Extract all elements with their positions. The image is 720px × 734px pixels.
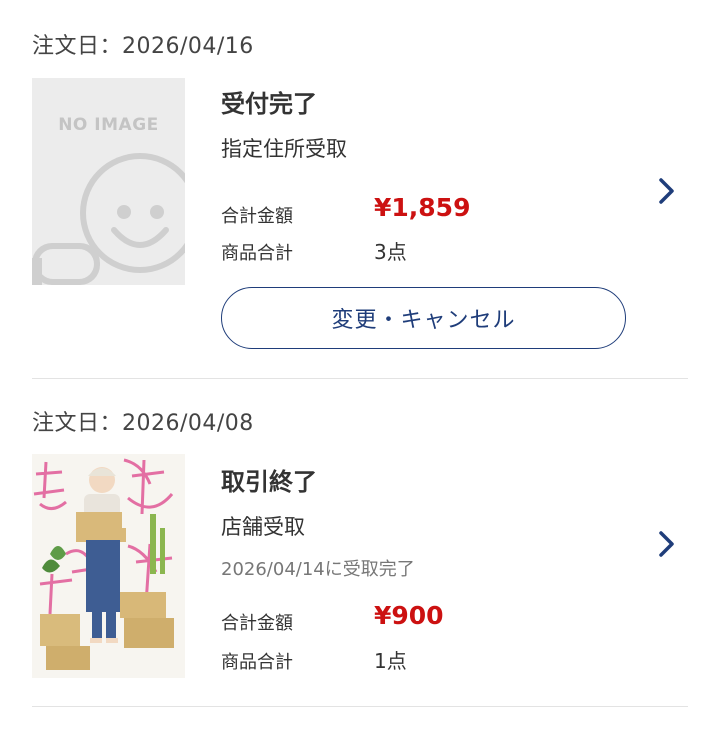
total-price: ¥1,859 — [374, 193, 471, 222]
total-price: ¥900 — [374, 601, 444, 630]
book-cover-image — [32, 454, 185, 678]
total-label: 合計金額 — [221, 613, 293, 634]
order-status: 取引終了 — [221, 468, 317, 496]
delivery-method: 指定住所受取 — [221, 137, 347, 161]
order-divider — [32, 378, 688, 379]
item-count: 3点 — [374, 240, 407, 264]
chevron-right-icon[interactable] — [655, 529, 679, 559]
product-thumbnail-book-cover[interactable] — [32, 454, 185, 678]
item-count: 1点 — [374, 649, 407, 673]
count-label: 商品合計 — [221, 243, 293, 264]
order-status: 受付完了 — [221, 90, 317, 118]
order-card[interactable]: 注文日：2026/04/16 NO IMAGE 受付完了 指定住所受取 合計金額… — [0, 0, 720, 380]
no-image-icon — [32, 153, 185, 285]
order-card[interactable]: 注文日：2026/04/08 取引終了 店舗受取 2026/04/14に受取完了… — [0, 380, 720, 710]
order-date: 注文日：2026/04/08 — [32, 411, 254, 436]
total-label: 合計金額 — [221, 206, 293, 227]
order-divider — [32, 706, 688, 707]
product-thumbnail-placeholder[interactable]: NO IMAGE — [32, 78, 185, 285]
received-date-note: 2026/04/14に受取完了 — [221, 559, 415, 580]
change-cancel-button[interactable]: 変更・キャンセル — [221, 287, 626, 349]
delivery-method: 店舗受取 — [221, 515, 305, 539]
chevron-right-icon[interactable] — [655, 176, 679, 206]
count-label: 商品合計 — [221, 652, 293, 673]
order-date: 注文日：2026/04/16 — [32, 34, 254, 59]
